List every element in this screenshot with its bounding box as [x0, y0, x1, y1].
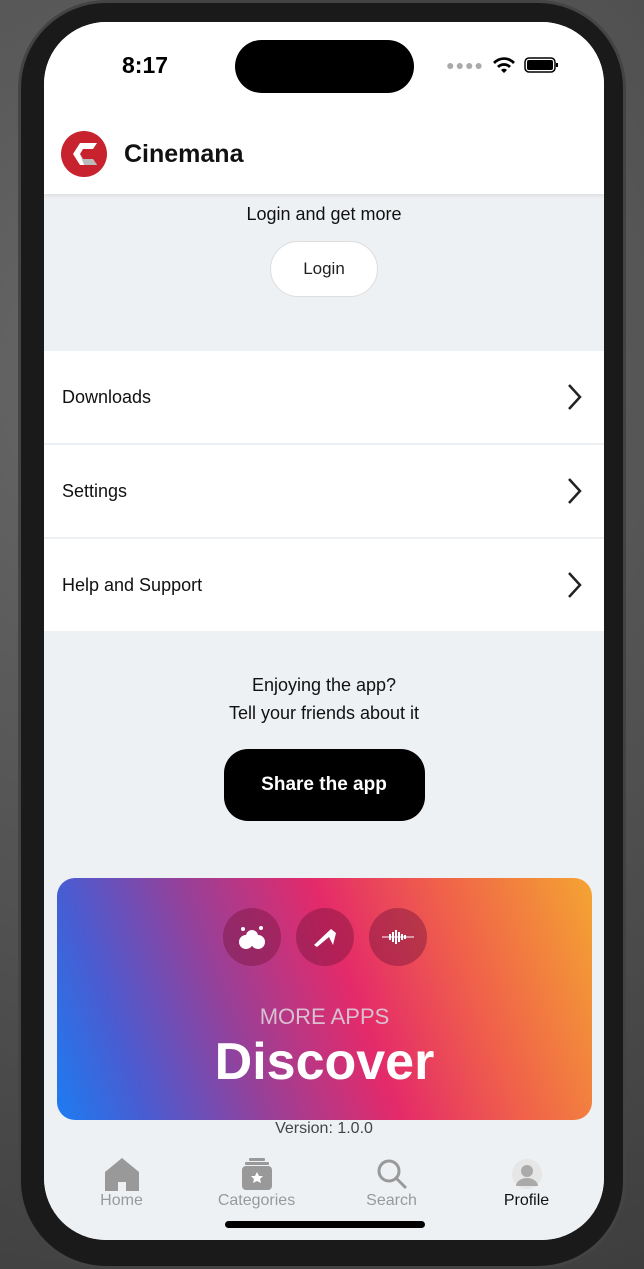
status-bar: 8:17 ●●●● [44, 22, 604, 114]
screen: 8:17 ●●●● Cinemana Have an account? Logi… [44, 22, 604, 1240]
share-prompt: Enjoying the app? [251, 675, 397, 695]
app-icon-bow[interactable] [295, 908, 354, 966]
banner-eyebrow: MORE APPS [259, 1004, 390, 1029]
share-app-button[interactable]: Share the app [223, 749, 425, 821]
tab-label: Categories [217, 1192, 296, 1209]
signal-icon: ●●●● [446, 57, 484, 73]
cinemana-logo [61, 131, 107, 177]
menu-item-help[interactable]: Help and Support [44, 539, 604, 631]
app-icon-waveform[interactable] [368, 908, 427, 966]
chevron-right-icon [568, 384, 582, 410]
tab-label: Home [100, 1192, 143, 1209]
menu-item-settings[interactable]: Settings [44, 445, 604, 537]
avatar-icon [511, 1159, 542, 1189]
search-icon [377, 1159, 407, 1190]
menu-item-label: Downloads [62, 386, 152, 407]
home-icon [104, 1158, 139, 1191]
app-header: Cinemana [44, 114, 604, 194]
wifi-icon [493, 57, 515, 73]
app-title: Cinemana [124, 139, 244, 168]
share-subtitle: Tell your friends about it [228, 703, 420, 723]
status-time: 8:17 [122, 52, 169, 78]
tab-home[interactable]: Home [67, 1156, 177, 1240]
tab-profile[interactable]: Profile [472, 1156, 582, 1240]
menu-item-label: Settings [62, 480, 128, 501]
home-indicator [225, 1221, 425, 1228]
login-subtitle: Login and get more [246, 204, 402, 224]
menu-item-label: Help and Support [62, 574, 203, 595]
app-icon-paint[interactable] [222, 908, 281, 966]
tab-label: Search [366, 1192, 417, 1209]
menu-item-downloads[interactable]: Downloads [44, 351, 604, 443]
login-button[interactable]: Login [270, 241, 378, 297]
more-apps-banner[interactable]: MORE APPS Discover [57, 878, 592, 1120]
banner-title: Discover [214, 1033, 435, 1091]
battery-icon [524, 57, 558, 73]
chevron-right-icon [568, 572, 582, 598]
version-label: Version: 1.0.0 [275, 1120, 373, 1137]
dynamic-island [235, 40, 414, 93]
categories-icon [241, 1158, 272, 1190]
tab-label: Profile [503, 1192, 550, 1209]
chevron-right-icon [568, 478, 582, 504]
